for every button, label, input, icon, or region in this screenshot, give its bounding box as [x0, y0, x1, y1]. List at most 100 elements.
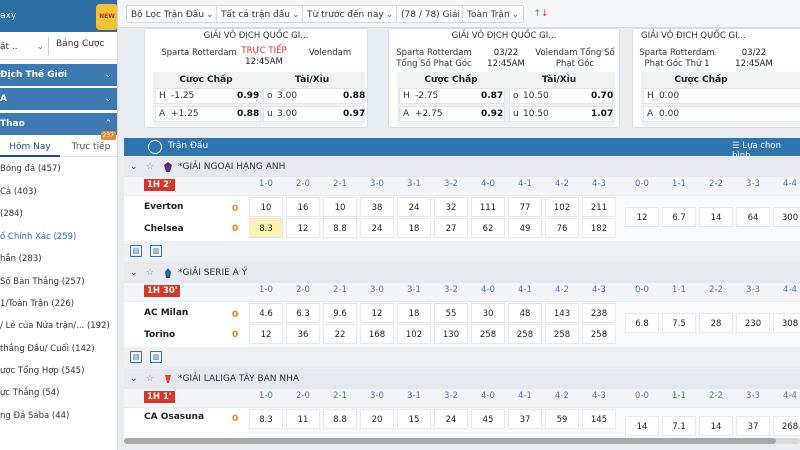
- featured-card[interactable]: GIẢI VÔ ĐỊCH QUỐC GI... Sparta Rotterdam…: [388, 28, 620, 128]
- odds-cell[interactable]: 32: [434, 197, 468, 217]
- league-count-button[interactable]: (78 / 78) Giải: [396, 5, 466, 23]
- sidebar-item[interactable]: (284): [0, 203, 117, 225]
- odds-cell[interactable]: 268: [773, 416, 800, 436]
- odds-cell[interactable]: 12: [249, 324, 283, 344]
- sidebar-item[interactable]: ực Thắng (54): [0, 382, 117, 404]
- odds-cell[interactable]: 258: [545, 324, 579, 344]
- time-range-dropdown[interactable]: Từ trước đến nay ⌄: [302, 5, 399, 23]
- odds-cell[interactable]: 143: [545, 303, 579, 323]
- odds-cell[interactable]: 76: [545, 218, 579, 238]
- odds-cell[interactable]: 24: [360, 218, 394, 238]
- sidebar-item[interactable]: ược Tổng Hợp (545): [0, 360, 117, 382]
- odds-cell[interactable]: 258: [508, 324, 542, 344]
- odds-cell[interactable]: 48: [508, 303, 542, 323]
- league-header[interactable]: ⌄ ☆ *GIẢI NGOẠI HẠNG ANH: [124, 157, 800, 177]
- odds-cell[interactable]: 14: [699, 416, 733, 436]
- odds-cell[interactable]: 28: [699, 313, 733, 333]
- sport-select[interactable]: ật .. ⌄: [0, 39, 46, 55]
- odds-cell[interactable]: 37: [508, 409, 542, 429]
- odds-cell[interactable]: 24: [397, 197, 431, 217]
- odds-cell[interactable]: 16: [286, 197, 320, 217]
- featured-card[interactable]: GIẢI VÔ ĐỊCH QUỐC GI... Sparta Rotterdam…: [632, 28, 800, 128]
- odds-cell[interactable]: 111: [471, 197, 505, 217]
- odds-cell[interactable]: 20: [360, 409, 394, 429]
- odds-cell[interactable]: 55: [434, 303, 468, 323]
- odds-cell[interactable]: 10: [323, 197, 357, 217]
- sidebar-item[interactable]: ng Đá Saba (44): [0, 405, 117, 427]
- odds-cell[interactable]: 18: [397, 303, 431, 323]
- odds-cell[interactable]: 14: [625, 416, 659, 436]
- odds-cell[interactable]: 59: [545, 409, 579, 429]
- odds-cell[interactable]: 6.7: [662, 207, 696, 227]
- sort-arrows-icon[interactable]: ↑↓: [529, 5, 553, 23]
- odds-cell[interactable]: 8.8: [323, 409, 357, 429]
- favorite-star-icon[interactable]: ☆: [146, 157, 154, 177]
- odds-cell[interactable]: 77: [508, 197, 542, 217]
- odds-cell[interactable]: 211: [582, 197, 616, 217]
- odds-cell[interactable]: 9.6: [323, 303, 357, 323]
- odds-cell[interactable]: 12: [625, 207, 659, 227]
- odds-cell[interactable]: 258: [582, 324, 616, 344]
- odds-cell[interactable]: 7.5: [662, 313, 696, 333]
- odds-cell[interactable]: 49: [508, 218, 542, 238]
- odds-cell[interactable]: 308: [773, 313, 800, 333]
- stats-icon[interactable]: ▥: [150, 245, 162, 257]
- odds-cell[interactable]: 6.3: [286, 303, 320, 323]
- favorite-star-icon[interactable]: ☆: [146, 369, 154, 389]
- sidebar-item[interactable]: ố Chính Xác (259): [0, 226, 117, 248]
- odds-cell[interactable]: 11: [286, 409, 320, 429]
- away-team[interactable]: Chelsea: [144, 224, 184, 234]
- league-header[interactable]: ⌄ ☆ *GIẢI SERIE A Ý: [124, 263, 800, 283]
- odds-cell[interactable]: 102: [397, 324, 431, 344]
- tab-today[interactable]: Hôm Nay: [0, 137, 60, 157]
- odds-cell[interactable]: 4.6: [249, 303, 283, 323]
- favorite-star-icon[interactable]: ☆: [146, 263, 154, 283]
- bet-table-link[interactable]: Bảng Cược: [56, 39, 104, 49]
- collapse-icon[interactable]: ⌄: [130, 263, 138, 283]
- odds-cell[interactable]: 62: [471, 218, 505, 238]
- sidebar-item[interactable]: Số Bàn Thắng (257): [0, 271, 117, 293]
- collapse-icon[interactable]: ⌄: [130, 157, 138, 177]
- match-filter-dropdown[interactable]: Bộ Lọc Trận Đấu ⌄: [126, 5, 219, 23]
- tab-live[interactable]: Trực tiếp 237: [64, 131, 117, 157]
- sidebar-section-a[interactable]: A ⌄: [0, 88, 117, 110]
- match-info-icon[interactable]: ▤: [130, 351, 142, 363]
- sidebar-item[interactable]: 1/Toàn Trận (226): [0, 293, 117, 315]
- odds-cell[interactable]: 238: [582, 303, 616, 323]
- odds-cell[interactable]: 258: [471, 324, 505, 344]
- odds-cell[interactable]: 45: [471, 409, 505, 429]
- sidebar-section-world-cup[interactable]: Địch Thế Giới ⌄: [0, 64, 117, 86]
- odds-cell[interactable]: 27: [434, 218, 468, 238]
- sidebar-item[interactable]: Cả (403): [0, 181, 117, 203]
- odds-cell[interactable]: 168: [360, 324, 394, 344]
- odds-cell[interactable]: 8.8: [323, 218, 357, 238]
- odds-cell[interactable]: 30: [471, 303, 505, 323]
- sidebar-item[interactable]: Bóng đá (457): [0, 158, 117, 180]
- away-team[interactable]: Torino: [144, 330, 175, 340]
- odds-cell[interactable]: 102: [545, 197, 579, 217]
- home-team[interactable]: Everton: [144, 202, 183, 212]
- odds-cell[interactable]: 15: [397, 409, 431, 429]
- full-match-dropdown[interactable]: Toàn Trận ⌄: [462, 5, 525, 23]
- odds-cell[interactable]: 38: [360, 197, 394, 217]
- featured-card[interactable]: GIẢI VÔ ĐỊCH QUỐC GI... Sparta Rotterdam…: [144, 28, 368, 128]
- odds-cell[interactable]: 24: [434, 409, 468, 429]
- odds-cell[interactable]: 22: [323, 324, 357, 344]
- scrollbar-thumb[interactable]: [124, 438, 776, 444]
- odds-cell[interactable]: 230: [736, 313, 770, 333]
- sidebar-item[interactable]: hẳn (283): [0, 248, 117, 270]
- odds-cell[interactable]: 14: [699, 207, 733, 227]
- sidebar-item[interactable]: / Lẻ của Nửa trận/... (192): [0, 315, 117, 337]
- odds-cell[interactable]: 18: [397, 218, 431, 238]
- odds-cell[interactable]: 7.1: [662, 416, 696, 436]
- odds-cell[interactable]: 10: [249, 197, 283, 217]
- odds-cell[interactable]: 182: [582, 218, 616, 238]
- home-team[interactable]: AC Milan: [144, 308, 188, 318]
- odds-cell[interactable]: 12: [360, 303, 394, 323]
- odds-cell[interactable]: 8.3: [249, 409, 283, 429]
- horizontal-scrollbar[interactable]: [124, 438, 800, 444]
- home-team[interactable]: CA Osasuna: [144, 412, 204, 422]
- odds-cell[interactable]: 300: [773, 207, 800, 227]
- odds-cell[interactable]: 8.3: [249, 218, 283, 238]
- odds-cell[interactable]: 6.8: [625, 313, 659, 333]
